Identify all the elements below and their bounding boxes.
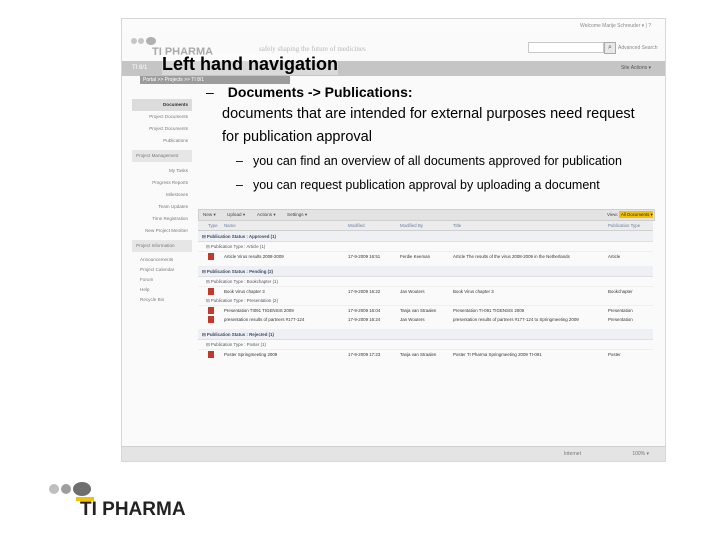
sub-bullet-text: you can request publication approval by … <box>252 178 600 192</box>
logo-text: TI PHARMA <box>80 499 186 519</box>
sub-bullet: – you can find an overview of all documen… <box>236 154 622 168</box>
search-icon[interactable]: ⌕ <box>604 42 616 54</box>
upload-menu[interactable]: Upload ▾ <box>227 212 245 218</box>
sub-bullet-text: you can find an overview of all document… <box>252 154 622 168</box>
site-actions-menu[interactable]: Site Actions ▾ <box>621 65 651 71</box>
col-type[interactable]: Type <box>208 223 218 228</box>
nav-item[interactable]: Help <box>132 285 192 295</box>
ti-pharma-logo: TI PHARMA <box>49 482 186 519</box>
sub-text-line-2: for publication approval <box>222 129 372 145</box>
browser-status-bar: Internet 100% ▾ <box>122 446 665 461</box>
list-toolbar: New ▾ Upload ▾ Actions ▾ Settings ▾ View… <box>198 209 655 221</box>
nav-item[interactable]: Announcements <box>132 255 192 265</box>
table-row[interactable]: Presentation TI091 TIGENSIS 2009 17-9-20… <box>198 306 653 315</box>
actions-menu[interactable]: Actions ▾ <box>257 212 276 218</box>
nav-item[interactable]: My Tasks <box>132 165 192 177</box>
breadcrumb[interactable]: Portal >> Projects >> TI 8/1 <box>140 76 290 84</box>
bullet-dash: – <box>236 178 243 192</box>
nav-item-recycle-bin[interactable]: Recycle Bin <box>132 295 192 305</box>
view-label: View: <box>607 212 619 217</box>
table-row[interactable]: Book Virus chapter 3 17-9-2009 16:22 Jan… <box>198 287 653 296</box>
main-bullet: – Documents -> Publications: <box>206 84 413 100</box>
nav-item[interactable]: Team Updates <box>132 201 192 213</box>
table-row[interactable]: presentation results of partners #177-12… <box>198 315 653 324</box>
group-approved[interactable]: ⊟ Publication Status : Approved (1) <box>198 231 653 242</box>
nav-documents[interactable]: Documents <box>132 99 192 111</box>
bullet-dash: – <box>236 154 243 168</box>
sub-text-line-1: documents that are intended for external… <box>222 106 635 122</box>
nav-item[interactable]: Project Documents <box>132 111 192 123</box>
bullet-dash: – <box>206 84 214 100</box>
col-title[interactable]: Title <box>453 223 461 228</box>
nav-item[interactable]: Progress Reports <box>132 177 192 189</box>
nav-item-publications[interactable]: Publications <box>132 135 192 147</box>
nav-item[interactable]: Project Calendar <box>132 265 192 275</box>
col-modified-by[interactable]: Modified By <box>400 223 423 228</box>
pdf-icon <box>208 316 214 323</box>
top-bar: Welcome Marije Schreuder ▾ | ? <box>122 19 665 33</box>
nav-item[interactable]: Time Registration <box>132 213 192 225</box>
subgroup-presentation[interactable]: ⊟ Publication Type : Presentation (2) <box>198 296 653 306</box>
left-navigation: Documents Project Documents Project Docu… <box>132 99 192 305</box>
col-publication-type[interactable]: Publication Type <box>608 223 640 228</box>
table-row[interactable]: Poster Springmeeting 2009 17-9-2009 17:2… <box>198 350 653 359</box>
nav-item[interactable]: Milestones <box>132 189 192 201</box>
table-row[interactable]: Article Virus results 2008-2009 17-9-200… <box>198 252 653 261</box>
user-menu[interactable]: Welcome Marije Schreuder ▾ | ? <box>580 23 651 29</box>
col-modified[interactable]: Modified <box>348 223 365 228</box>
subgroup-article[interactable]: ⊟ Publication Type : Article (1) <box>198 242 653 252</box>
security-zone: Internet <box>564 451 581 457</box>
pdf-icon <box>208 253 214 260</box>
view-selector[interactable]: All Documents ▾ <box>619 211 653 218</box>
col-name[interactable]: Name <box>224 223 236 228</box>
nav-item[interactable]: New Project Member <box>132 225 192 237</box>
group-rejected[interactable]: ⊟ Publication Status : Rejected (1) <box>198 329 653 340</box>
zoom-level[interactable]: 100% ▾ <box>632 451 649 457</box>
pdf-icon <box>208 307 214 314</box>
slide-title: Left hand navigation <box>162 54 339 75</box>
grid-header: Type Name Modified Modified By Title Pub… <box>198 221 653 231</box>
subgroup-bookchapter[interactable]: ⊟ Publication Type : Bookchapter (1) <box>198 277 653 287</box>
pdf-icon <box>208 351 214 358</box>
nav-section-project-management[interactable]: Project Management <box>132 150 192 162</box>
pdf-icon <box>208 288 214 295</box>
group-pending[interactable]: ⊟ Publication Status : Pending (2) <box>198 266 653 277</box>
subgroup-poster[interactable]: ⊟ Publication Type : Poster (1) <box>198 340 653 350</box>
nav-item[interactable]: Project Documents <box>132 123 192 135</box>
search-input[interactable] <box>528 42 604 53</box>
nav-item[interactable]: Forum <box>132 275 192 285</box>
new-menu[interactable]: New ▾ <box>203 212 216 218</box>
settings-menu[interactable]: Settings ▾ <box>287 212 307 218</box>
site-name[interactable]: TI 8/1 <box>132 65 147 71</box>
site-tagline: safely shaping the future of medicines <box>259 45 366 53</box>
documents-grid: Type Name Modified Modified By Title Pub… <box>198 221 653 359</box>
main-bullet-text: Documents -> Publications: <box>227 84 413 100</box>
nav-section-project-information[interactable]: Project Information <box>132 240 192 252</box>
sub-bullet: – you can request publication approval by… <box>236 178 600 192</box>
advanced-search-link[interactable]: Advanced Search <box>618 45 657 51</box>
